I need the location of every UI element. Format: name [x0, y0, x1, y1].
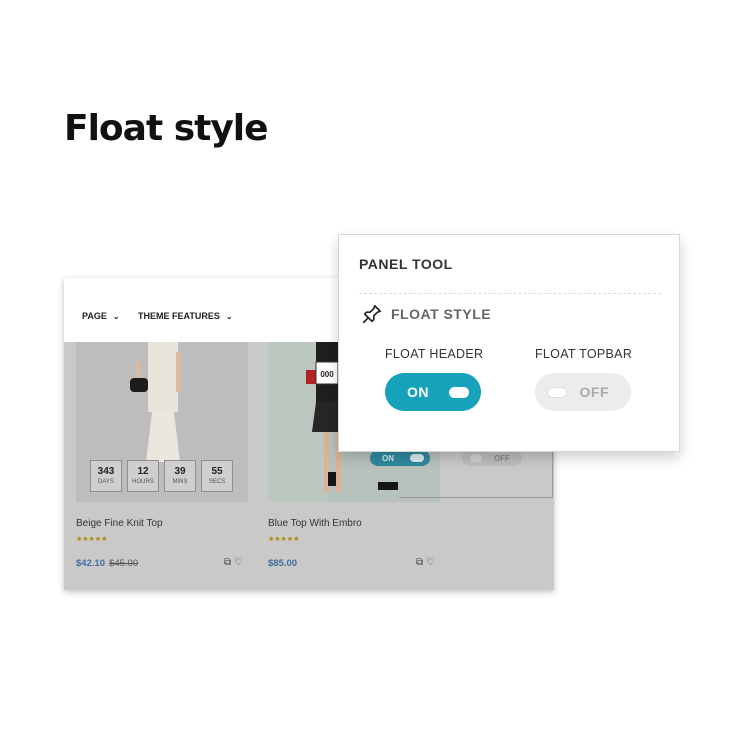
float-header-label: FLOAT HEADER — [385, 347, 484, 361]
countdown-days: 343 DAYS — [90, 460, 122, 492]
countdown-unit: DAYS — [98, 478, 114, 485]
heart-icon[interactable]: ♡ — [426, 557, 435, 568]
product-name[interactable]: Blue Top With Embro — [268, 518, 362, 529]
toggle-knob — [449, 387, 469, 398]
nav-item-label: PAGE — [82, 311, 107, 321]
chevron-down-icon: ⌄ — [225, 312, 233, 321]
countdown-timer: 343 DAYS 12 HOURS 39 MINS 55 SECS — [90, 460, 233, 492]
float-topbar-label: FLOAT TOPBAR — [535, 347, 633, 361]
countdown-unit: SECS — [208, 478, 226, 485]
countdown-value: 39 — [174, 465, 186, 477]
ghost-toggle-on: ON — [370, 450, 430, 466]
current-price: $42.10 — [76, 558, 106, 569]
product-price: $85.00 — [268, 558, 297, 569]
toggle-state-label: OFF — [579, 384, 609, 400]
rating-stars: ★★★★★ — [268, 536, 300, 543]
countdown-unit: HOURS — [132, 478, 154, 485]
heart-icon[interactable]: ♡ — [234, 557, 243, 568]
product-name[interactable]: Beige Fine Knit Top — [76, 518, 163, 529]
compare-icon[interactable]: ⧉ — [416, 557, 423, 568]
ghost-toggle-label: ON — [382, 453, 394, 463]
hang-tag-text: 000 — [320, 370, 334, 379]
compare-icon[interactable]: ⧉ — [224, 557, 231, 568]
float-header-toggle[interactable]: ON — [385, 373, 481, 411]
current-price: $85.00 — [268, 558, 298, 569]
nav-item-page[interactable]: PAGE ⌄ — [82, 311, 120, 321]
chevron-down-icon: ⌄ — [112, 312, 120, 321]
countdown-value: 55 — [211, 465, 223, 477]
product-actions: ⧉ ♡ — [416, 557, 435, 568]
panel-title: PANEL TOOL — [359, 256, 453, 272]
product-actions: ⧉ ♡ — [224, 557, 243, 568]
ghost-toggle-label: OFF — [494, 453, 510, 463]
nav-item-theme-features[interactable]: THEME FEATURES ⌄ — [138, 311, 233, 321]
page-heading: Float style — [64, 108, 269, 149]
nav-item-label: THEME FEATURES — [138, 311, 220, 321]
countdown-value: 12 — [137, 465, 149, 477]
countdown-secs: 55 SECS — [201, 460, 233, 492]
float-topbar-toggle[interactable]: OFF — [535, 373, 631, 411]
countdown-value: 343 — [97, 465, 115, 477]
rating-stars: ★★★★★ — [76, 536, 108, 543]
divider — [359, 293, 661, 294]
product-price: $42.10 $45.00 — [76, 558, 138, 569]
pin-icon — [362, 304, 382, 324]
toggle-state-label: ON — [407, 384, 429, 400]
old-price: $45.00 — [109, 558, 139, 569]
toggle-knob — [547, 387, 567, 398]
product-image[interactable]: 343 DAYS 12 HOURS 39 MINS 55 SECS — [76, 342, 248, 502]
float-style-section: FLOAT STYLE — [361, 303, 491, 325]
countdown-unit: MINS — [172, 478, 188, 485]
countdown-mins: 39 MINS — [164, 460, 196, 492]
section-label: FLOAT STYLE — [391, 306, 492, 322]
panel-tool: PANEL TOOL FLOAT STYLE FLOAT HEADER FLOA… — [338, 234, 680, 452]
product-card[interactable]: 343 DAYS 12 HOURS 39 MINS 55 SECS Beige Fine… — [76, 342, 256, 582]
countdown-hours: 12 HOURS — [127, 460, 159, 492]
ghost-toggle-off: OFF — [462, 450, 522, 466]
